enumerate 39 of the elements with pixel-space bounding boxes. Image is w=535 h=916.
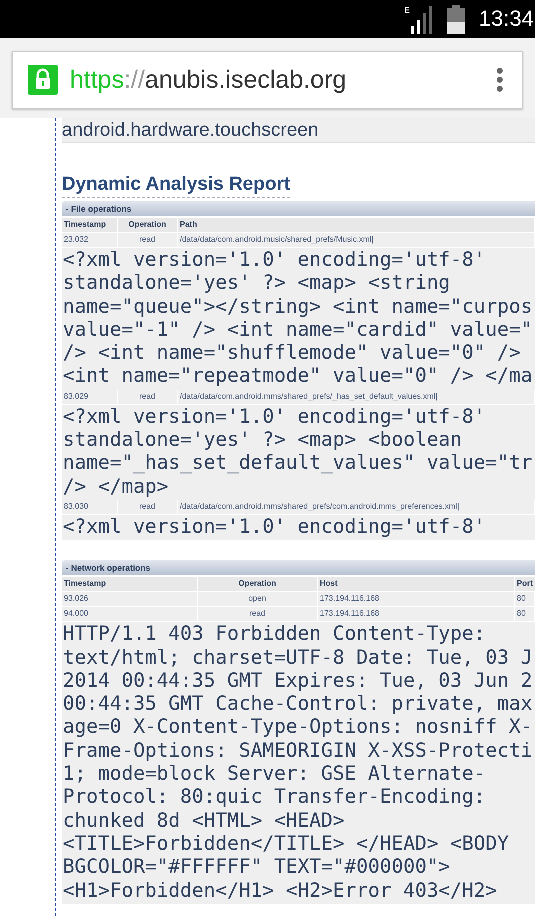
column-header: Operation (198, 577, 318, 592)
table-cell: 173.194.116.168 (318, 592, 515, 606)
table-cell: open (198, 592, 318, 606)
table-cell: 83.029 (62, 390, 118, 404)
battery-icon (447, 4, 465, 34)
table-cell: 93.026 (62, 592, 198, 606)
column-header: Port (515, 577, 535, 592)
column-header: Operation (118, 218, 178, 232)
table-cell: read (198, 607, 318, 622)
lock-icon (28, 65, 58, 95)
table-cell: read (118, 500, 178, 514)
table-cell: read (118, 390, 178, 404)
section-heading: Dynamic Analysis Report (62, 173, 290, 198)
table-cell: 80 (515, 607, 535, 622)
panel-title: - Network operations (66, 562, 151, 573)
clock: 13:34 (479, 6, 535, 32)
file-content: <?xml version='1.0' encoding='utf-8' standalone='yes' ?> <map> <boolean name="_has_set_default_values" value="tr /> </map> (62, 404, 535, 500)
menu-icon[interactable] (496, 67, 504, 93)
table-cell: 83.030 (62, 500, 118, 514)
network-type-label: E (404, 6, 410, 15)
column-header: Path (178, 218, 535, 232)
file-content: <?xml version='1.0' encoding='utf-8' standalone='yes' ?> <map> <string name="queue"></string> <int name="curpos value="-1" /> <int name="cardid" value=" /> <int name="shufflemode" value="0" /> <int name="repeatmode" value="0" /> </ma (62, 248, 535, 390)
file-content: HTTP/1.1 403 Forbidden Content-Type: text/html; charset=UTF-8 Date: Tue, 03 J 2014 00:44:35 GMT Expires: Tue, 03 Jun 2 00:44:35 GMT Cache-Control: private, max age=0 X-Content-Type-Options: nosniff X- Frame-Options: SAMEORIGIN X-XSS-Protecti 1; mode=block Server: GSE Alternate- Protocol: 80:quic Transfer-Encoding: chunked 8d <HTML> <HEAD> <TITLE>Forbidden</TITLE> </HEAD> <BODY BGCOLOR="#FFFFFF" TEXT="#000000"> <H1>Forbidden</H1> <H2>Error 403</H2> (62, 622, 535, 904)
table-cell: 23.032 (62, 233, 118, 247)
table-cell: read (118, 233, 178, 247)
url-bar[interactable]: https://anubis.iseclab.org (12, 51, 523, 109)
signal-icon (411, 6, 433, 34)
column-header: Timestamp (62, 577, 198, 592)
table-cell: /data/data/com.android.music/shared_prefs/Music.xml| (178, 233, 535, 247)
file-content: <?xml version='1.0' encoding='utf-8' (62, 514, 535, 540)
table-cell: 80 (515, 592, 535, 606)
table-cell: 173.194.116.168 (318, 607, 515, 622)
table-cell: /data/data/com.android.mms/shared_prefs/com.android.mms_preferences.xml| (178, 500, 535, 514)
column-header: Timestamp (62, 218, 118, 232)
table-cell: /data/data/com.android.mms/shared_prefs/_has_set_default_values.xml| (178, 390, 535, 404)
column-header: Host (318, 577, 515, 592)
panel-title: - File operations (66, 204, 132, 214)
feature-text: android.hardware.touchscreen (62, 120, 319, 142)
table-cell: 94.000 (62, 607, 198, 622)
